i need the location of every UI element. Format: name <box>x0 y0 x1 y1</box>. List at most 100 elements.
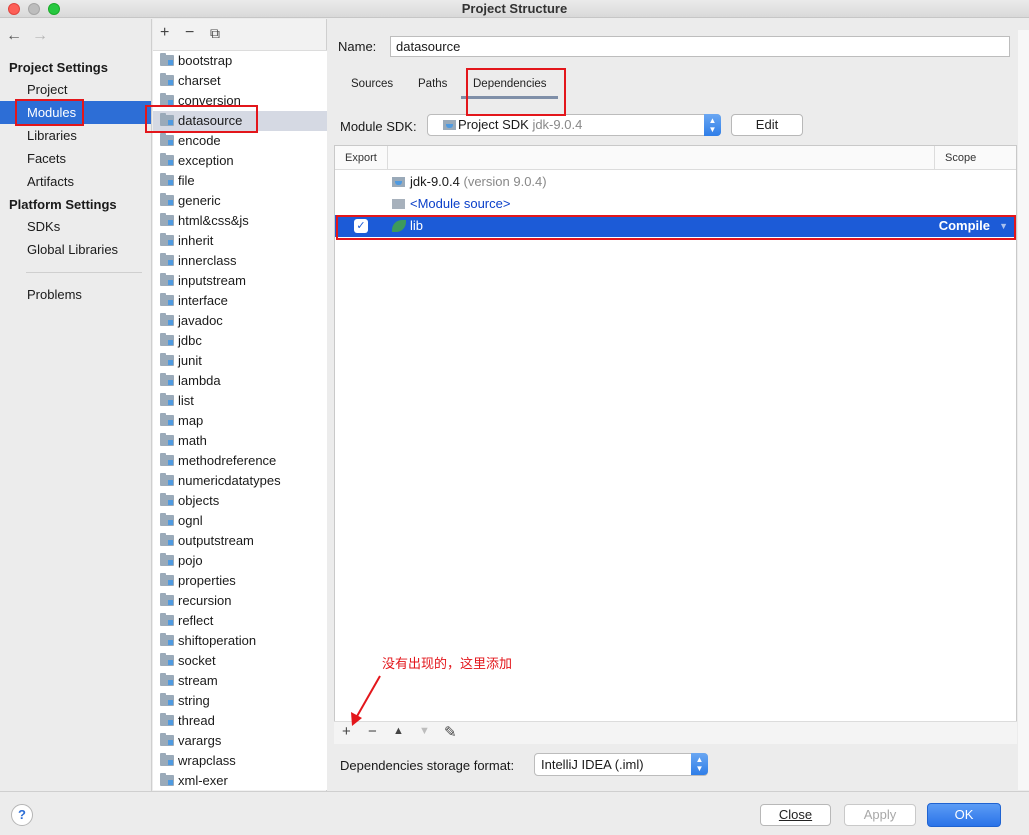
nav-item-artifacts[interactable]: Artifacts <box>0 170 151 193</box>
storage-format-value: IntelliJ IDEA (.iml) <box>541 757 644 772</box>
module-item[interactable]: pojo <box>153 551 327 571</box>
module-folder-icon <box>160 313 174 326</box>
column-scope[interactable]: Scope <box>945 152 976 164</box>
module-item[interactable]: shiftoperation <box>153 631 327 651</box>
move-up-icon[interactable]: ▲ <box>393 725 404 737</box>
annotation-arrow-icon <box>351 675 381 726</box>
module-item[interactable]: inherit <box>153 231 327 251</box>
module-folder-icon <box>160 513 174 526</box>
column-divider <box>387 146 388 170</box>
export-checkbox[interactable]: ✓ <box>354 219 368 233</box>
jdk-folder-icon <box>392 177 405 187</box>
module-item[interactable]: socket <box>153 651 327 671</box>
module-item[interactable]: interface <box>153 291 327 311</box>
module-item[interactable]: javadoc <box>153 311 327 331</box>
module-item[interactable]: html&css&js <box>153 211 327 231</box>
nav-item-project[interactable]: Project <box>0 78 151 101</box>
table-row[interactable]: jdk-9.0.4 (version 9.0.4) <box>335 171 1016 193</box>
storage-format-select[interactable]: IntelliJ IDEA (.iml) ▲ ▼ <box>534 753 708 776</box>
nav-item-modules[interactable]: Modules <box>0 101 151 124</box>
nav-item-sdks[interactable]: SDKs <box>0 215 151 238</box>
module-folder-icon <box>160 633 174 646</box>
module-sdk-select[interactable]: Project SDK jdk-9.0.4 ▲ ▼ <box>427 114 721 136</box>
add-module-icon[interactable]: + <box>160 24 169 42</box>
module-item-label: lambda <box>178 373 221 388</box>
module-item[interactable]: encode <box>153 131 327 151</box>
module-folder-icon <box>160 693 174 706</box>
module-item[interactable]: thread <box>153 711 327 731</box>
active-tab-indicator <box>461 96 558 99</box>
module-name-field[interactable]: datasource <box>390 36 1010 57</box>
module-item-label: conversion <box>178 93 241 108</box>
module-item[interactable]: numericdatatypes <box>153 471 327 491</box>
modules-list: bootstrap charset conversion datasource enco… <box>153 50 327 790</box>
stepper-arrows-icon: ▲ ▼ <box>704 114 721 136</box>
dependency-name: jdk-9.0.4 <box>410 174 460 189</box>
module-item[interactable]: generic <box>153 191 327 211</box>
forward-arrow-icon[interactable]: → <box>32 27 58 45</box>
module-item-label: string <box>178 693 210 708</box>
help-button[interactable]: ? <box>11 804 33 826</box>
edit-sdk-button[interactable]: Edit <box>731 114 803 136</box>
column-export[interactable]: Export <box>345 152 377 164</box>
module-item[interactable]: lambda <box>153 371 327 391</box>
module-folder-icon <box>160 273 174 286</box>
table-row[interactable]: <Module source> <box>335 193 1016 215</box>
module-item[interactable]: inputstream <box>153 271 327 291</box>
module-item[interactable]: xml-exer <box>153 771 327 791</box>
tab-paths[interactable]: Paths <box>418 78 447 90</box>
remove-module-icon[interactable]: − <box>185 24 194 42</box>
apply-button[interactable]: Apply <box>844 804 916 826</box>
scrollbar-track[interactable] <box>1018 30 1029 790</box>
module-item[interactable]: jdbc <box>153 331 327 351</box>
module-folder-icon <box>160 353 174 366</box>
annotation-text: 没有出现的，这里添加 <box>382 656 513 671</box>
module-item-label: list <box>178 393 194 408</box>
nav-item-global-libraries[interactable]: Global Libraries <box>0 238 151 261</box>
module-item[interactable]: conversion <box>153 91 327 111</box>
dialog-footer: ? Close Apply OK <box>0 791 1029 835</box>
nav-item-problems[interactable]: Problems <box>0 283 151 306</box>
module-item[interactable]: exception <box>153 151 327 171</box>
module-item[interactable]: properties <box>153 571 327 591</box>
module-item[interactable]: varargs <box>153 731 327 751</box>
copy-module-icon[interactable]: ⧉ <box>210 25 220 42</box>
close-button[interactable]: Close <box>760 804 831 826</box>
table-row-selected[interactable]: ✓ lib Compile ▼ <box>335 215 1016 237</box>
ok-button[interactable]: OK <box>927 803 1001 827</box>
nav-item-libraries[interactable]: Libraries <box>0 124 151 147</box>
module-item[interactable]: list <box>153 391 327 411</box>
project-settings-header: Project Settings <box>9 60 108 75</box>
module-item[interactable]: recursion <box>153 591 327 611</box>
edit-pencil-icon[interactable]: ✎ <box>444 723 457 741</box>
module-item[interactable]: ognl <box>153 511 327 531</box>
module-item[interactable]: datasource <box>153 111 327 131</box>
module-item[interactable]: file <box>153 171 327 191</box>
module-item[interactable]: methodreference <box>153 451 327 471</box>
module-item-label: innerclass <box>178 253 237 268</box>
module-item[interactable]: outputstream <box>153 531 327 551</box>
move-down-icon[interactable]: ▼ <box>419 725 430 737</box>
module-item-label: bootstrap <box>178 53 233 68</box>
module-item[interactable]: innerclass <box>153 251 327 271</box>
module-item[interactable]: wrapclass <box>153 751 327 771</box>
module-item[interactable]: reflect <box>153 611 327 631</box>
module-item[interactable]: charset <box>153 71 327 91</box>
module-folder-icon <box>160 53 174 66</box>
tab-dependencies[interactable]: Dependencies <box>473 78 547 90</box>
tab-sources[interactable]: Sources <box>351 78 393 90</box>
module-item[interactable]: string <box>153 691 327 711</box>
module-item[interactable]: math <box>153 431 327 451</box>
module-folder-icon <box>160 473 174 486</box>
back-arrow-icon[interactable]: ← <box>6 27 32 45</box>
module-item-label: inherit <box>178 233 214 248</box>
module-item[interactable]: objects <box>153 491 327 511</box>
module-item-label: exception <box>178 153 234 168</box>
chevron-down-icon[interactable]: ▼ <box>999 215 1008 237</box>
nav-item-facets[interactable]: Facets <box>0 147 151 170</box>
module-item[interactable]: stream <box>153 671 327 691</box>
module-item[interactable]: map <box>153 411 327 431</box>
module-item[interactable]: bootstrap <box>153 51 327 71</box>
scope-value[interactable]: Compile <box>939 215 990 237</box>
module-item[interactable]: junit <box>153 351 327 371</box>
